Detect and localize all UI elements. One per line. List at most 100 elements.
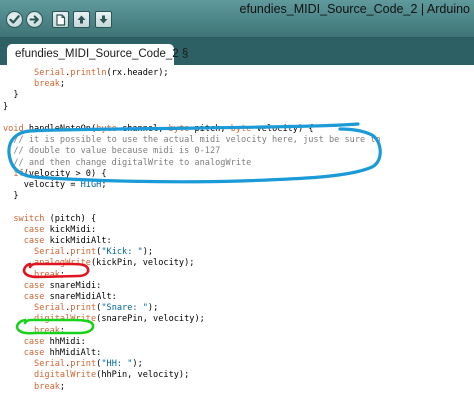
code-token: // and then change digitalWrite to analo… <box>3 157 252 168</box>
code-token: ; <box>101 180 107 190</box>
code-token: print <box>70 247 97 258</box>
code-line: } <box>3 191 18 202</box>
code-token: handleNoteOn( <box>23 124 97 134</box>
code-token: ; <box>59 325 66 336</box>
code-token: Serial <box>34 359 66 370</box>
code-token: channel, <box>116 124 169 134</box>
code-token: pitch, <box>189 124 231 134</box>
code-token: ); <box>147 303 159 314</box>
code-token: ); <box>142 247 154 258</box>
verify-button[interactable] <box>6 11 23 28</box>
code-token: case <box>23 336 45 347</box>
code-token: Serial <box>34 303 66 314</box>
code-token: velocity) { <box>251 124 314 134</box>
code-line: break; <box>3 270 65 281</box>
code-token: hhMidi: <box>44 336 86 347</box>
code-token: break <box>34 269 60 280</box>
right-arrow-icon <box>29 15 39 24</box>
code-token: print <box>70 359 97 370</box>
code-token: case <box>23 292 45 302</box>
toolbar: efundies_MIDI_Source_Code_2 | Arduino <box>0 0 474 38</box>
code-line: switch (pitch) { <box>3 214 96 225</box>
down-arrow-icon <box>99 15 108 24</box>
code-editor[interactable]: Serial.println(rx.header); break; }} void… <box>0 65 474 405</box>
code-line: case snareMidi: <box>3 280 102 292</box>
new-button[interactable] <box>52 11 69 28</box>
code-token: case <box>23 280 45 291</box>
code-token: byte <box>96 124 117 134</box>
code-token: "Kick: " <box>101 247 143 258</box>
code-line: // and then change digitalWrite to analo… <box>3 158 251 169</box>
code-token: (hhPin, velocity); <box>96 370 190 381</box>
code-token: snareMidi: <box>44 280 102 291</box>
code-line: case hhMidi: <box>3 337 86 348</box>
upload-button[interactable] <box>26 11 43 28</box>
code-line: velocity = HIGH; <box>3 180 107 191</box>
code-line: Serial.print("HH: "); <box>3 359 143 370</box>
code-line: if(velocity > 0) { <box>3 168 107 180</box>
code-line: break; <box>3 79 65 90</box>
code-token: digitalWrite <box>34 370 97 381</box>
code-line: digitalWrite(hhPin, velocity); <box>3 370 189 381</box>
tab-sketch[interactable]: efundies_MIDI_Source_Code_2 § <box>7 44 188 65</box>
code-token: } <box>3 90 19 101</box>
code-token: Serial <box>34 68 66 78</box>
checkmark-icon <box>9 15 20 24</box>
code-token: (kickPin, velocity); <box>90 258 195 269</box>
code-token: ; <box>59 79 66 90</box>
code-line: void handleNoteOn(byte channel, byte pit… <box>3 124 314 135</box>
code-line: break; <box>3 326 65 337</box>
code-line: case kickMidi: <box>3 225 96 236</box>
new-file-icon <box>56 13 66 26</box>
code-token: (pitch) { <box>44 213 97 224</box>
code-line: Serial.println(rx.header); <box>3 68 169 79</box>
code-token: print <box>70 303 97 314</box>
code-token: break <box>34 79 60 90</box>
code-token: snareMidiAlt: <box>44 292 117 302</box>
code-line: // double to value because midi is 0-127 <box>3 146 220 157</box>
code-token: (snarePin, velocity); <box>96 314 205 325</box>
code-token: analogWrite <box>34 258 91 269</box>
code-token: // double to value because midi is 0-127 <box>3 146 221 157</box>
code-token: (velocity > 0) { <box>23 168 107 179</box>
code-line: } <box>3 102 8 113</box>
code-token: (rx.header); <box>106 68 169 78</box>
code-token: hhMidiAlt: <box>44 348 102 358</box>
code-token: Serial <box>34 247 66 258</box>
code-token: case <box>23 224 45 235</box>
code-token: HIGH <box>80 180 102 190</box>
code-token: kickMidi: <box>44 224 97 235</box>
code-line: // it is possible to use the actual midi… <box>3 135 380 146</box>
code-line: case kickMidiAlt: <box>3 236 112 247</box>
code-token: ; <box>59 269 66 280</box>
open-button[interactable] <box>73 11 90 28</box>
window-title: efundies_MIDI_Source_Code_2 | Arduino <box>239 2 470 16</box>
code-token: digitalWrite <box>34 314 97 325</box>
code-line: Serial.print("Snare: "); <box>3 303 158 314</box>
code-line: digitalWrite(snarePin, velocity); <box>3 314 205 325</box>
code-token: switch <box>13 213 45 224</box>
code-token: } <box>3 101 9 112</box>
code-token: kickMidiAlt: <box>44 236 112 246</box>
code-token: byte <box>230 124 252 134</box>
save-button[interactable] <box>95 11 112 28</box>
code-token: "Snare: " <box>101 303 148 314</box>
code-token: case <box>23 348 45 358</box>
